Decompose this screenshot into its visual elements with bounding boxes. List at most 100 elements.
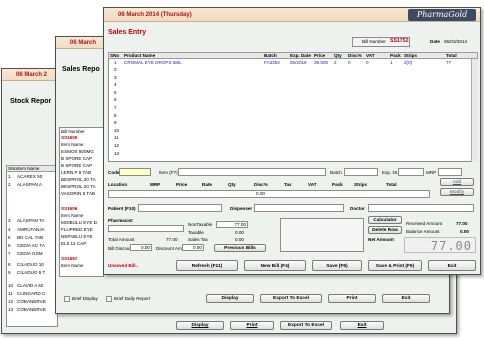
brief-display-label: Brief Display [72,296,98,301]
stock-print-button[interactable]: Print [230,321,274,330]
stock-row-sno: 8 [8,262,11,267]
item-input[interactable] [178,168,326,176]
product-grid[interactable] [108,52,478,162]
sales-report-item: SS1606 [61,206,78,211]
grid-row1-vat[interactable]: 0 [366,60,369,66]
grid-row1-sno[interactable]: 1 [114,60,117,66]
grid-scrollbar[interactable] [471,59,478,162]
stock-row-name: CILADUO 10 [17,262,44,267]
location-input-row[interactable] [108,190,430,198]
entry-col-header: Price [176,182,188,187]
unsaved-bill-status: Unsaved Bill.. [108,263,139,268]
pharmagold-logo: PharmaGold [408,9,476,21]
mrp-input[interactable] [438,168,462,176]
stock-row-sno: 6 [8,243,11,248]
date-title: 06 March 2014 (Thursday) [118,12,192,18]
pharmacist-input[interactable] [108,225,184,232]
save-button[interactable]: Save (F5) [312,260,362,271]
previous-bills-button[interactable]: Previous Bills [214,244,266,252]
delete-row-button[interactable]: Delete Row [368,226,402,234]
grid-row-number: 13 [114,150,120,156]
sales-report-item: VASORIN 5 TAB [61,191,95,196]
stock-row-sno: 13 [8,307,14,312]
grid-col-header: Strips [404,53,418,58]
doctor-input[interactable] [368,204,474,212]
grid-row1-strips[interactable]: 2(0) [404,60,412,66]
stock-export-button[interactable]: Export To Excel [280,321,332,330]
grid-row1-batch[interactable]: FA3354 [264,60,280,66]
grid-col-header: Total [446,53,457,58]
stock-row-sno: 7 [8,251,11,256]
sales-exit-button[interactable]: Exit [382,294,430,303]
patient-label: Patient (F10) [108,206,136,211]
stock-row-sno: 9 [8,270,11,275]
bill-discount-input[interactable]: 0.00 [130,244,152,251]
total-amount-label: Total Amount [108,237,135,242]
grid-row-number: 5 [114,89,117,95]
calculator-button[interactable]: Calculator [368,216,402,224]
total-amount-value: 77.00 [166,237,178,242]
code-label: Code [108,170,120,175]
brief-display-checkbox[interactable] [64,296,70,302]
stock-display-button[interactable]: Display [176,321,224,330]
grid-row-number: 11 [114,135,119,141]
stock-row-name: ALASPAN TA [17,218,45,223]
entry-col-header: Total [386,182,397,187]
grid-row1-qty[interactable]: 2 [334,60,337,66]
grid-row1-price[interactable]: 38.500 [314,60,328,66]
patient-input[interactable] [138,204,222,212]
stock-row-name: BD CAL TAB [17,235,44,240]
taxable-label: Taxable [188,230,204,235]
item-label: Item (F7) [159,170,178,175]
grid-col-header: Pack [390,53,401,58]
sales-print-button[interactable]: Print [328,294,376,303]
col-sno: SNo [8,166,17,171]
add-button[interactable]: Add [440,178,474,186]
stock-row-sno: 2 [8,182,11,187]
stock-exit-button[interactable]: Exit [340,321,384,330]
grid-col-header: Product Name [124,53,156,58]
sales-report-item: LERN P 8 TAB [61,170,92,175]
sales-report-item: BESPROL 20 TA [61,184,96,189]
stock-row-name: CLAVID A 62 [17,283,44,288]
grid-row-number: 7 [114,105,117,110]
doctor-label: Doctor [350,206,365,211]
stock-row-sno: 4 [8,227,11,232]
stock-row-sno: 10 [8,283,14,288]
sales-report-item: NEPABLU EYE [61,234,93,239]
stock-row-sno: 12 [8,299,14,304]
sales-report-item: SS1605 [61,135,78,140]
notes-area[interactable] [280,218,364,252]
sales-report-item: SS1667 [61,256,78,261]
date-label: Date [430,39,440,44]
grid-row1-total[interactable]: 77 [446,60,451,66]
refresh-button[interactable]: Refresh (F11) [176,260,238,271]
grid-row1-name[interactable]: CROMAL EYE DROPS 5ML [124,60,182,66]
nontaxable-label: NonTaxable [188,222,213,227]
modify-button[interactable]: Modify [440,188,474,196]
dispenser-input[interactable] [254,204,344,212]
grid-row-number: 2 [114,67,117,72]
batch-input[interactable] [344,168,378,176]
brief-daily-checkbox[interactable] [106,296,112,302]
code-input[interactable] [119,168,151,176]
sales-export-button[interactable]: Export To Excel [260,294,322,303]
new-bill-button[interactable]: New Bill (F4) [244,260,306,271]
sales-report-item: B SPORE CAP [61,156,93,161]
sales-report-item: Item Name [61,213,84,218]
batch-label: Batch [330,170,342,175]
grid-row-number: 8 [114,112,117,118]
exit-button[interactable]: Exit [428,260,476,271]
save-print-button[interactable]: Save & Print (F9) [368,260,422,271]
expdt-input[interactable] [398,168,424,176]
entry-col-header: Disc% [254,182,268,187]
grid-row1-exp[interactable]: 05/2016 [290,60,307,66]
sales-report-item: FLUPRED EYE [61,227,93,232]
grid-row1-pack[interactable]: 1 [390,60,393,66]
sales-display-button[interactable]: Display [206,294,254,303]
discount-amt-input[interactable]: 0.00 [182,244,204,251]
grid-row-number: 6 [114,97,117,103]
grid-row1-disc[interactable]: 0 [348,60,351,66]
mrp-label: MRP [426,170,437,175]
balance-amount-value: 0.00 [460,229,469,234]
